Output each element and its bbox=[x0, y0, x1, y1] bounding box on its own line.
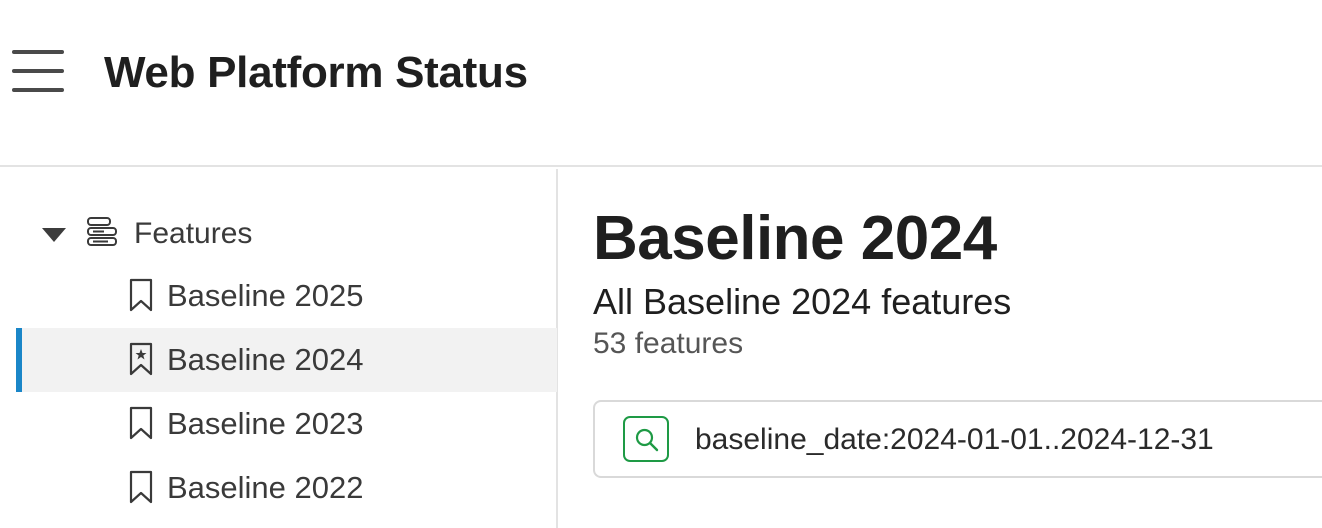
feature-count: 53 features bbox=[593, 327, 744, 360]
sidebar-item-baseline-2024[interactable]: Baseline 2024 bbox=[16, 328, 557, 392]
bookmark-star-icon bbox=[129, 342, 153, 376]
magnifier-glyph bbox=[635, 428, 659, 452]
search-bar[interactable] bbox=[593, 400, 1322, 478]
page-subtitle: All Baseline 2024 features bbox=[593, 281, 1012, 322]
app-header: Web Platform Status bbox=[0, 0, 1322, 167]
sidebar-item-label: Baseline 2023 bbox=[167, 406, 364, 441]
sidebar-item-label: Baseline 2024 bbox=[167, 342, 364, 377]
app-title[interactable]: Web Platform Status bbox=[104, 48, 528, 98]
bookmark-icon bbox=[129, 278, 153, 312]
page-title: Baseline 2024 bbox=[593, 204, 997, 273]
sidebar-item-label: Baseline 2025 bbox=[167, 278, 364, 313]
sidebar-item-baseline-2022[interactable]: Baseline 2022 bbox=[16, 456, 557, 520]
search-input[interactable] bbox=[695, 418, 1315, 462]
sidebar-item-label: Baseline 2022 bbox=[167, 470, 364, 505]
caret-down-icon[interactable] bbox=[42, 228, 66, 242]
search-icon[interactable] bbox=[623, 416, 669, 462]
sidebar-nav: Features Baseline 2025 Baseline 2024 Bas… bbox=[0, 169, 558, 528]
hamburger-menu-icon[interactable] bbox=[10, 50, 66, 96]
bookmark-icon bbox=[129, 470, 153, 504]
sidebar-section-features[interactable]: Features bbox=[40, 209, 540, 257]
main-content: Baseline 2024 All Baseline 2024 features… bbox=[560, 169, 1322, 528]
features-list-icon bbox=[87, 217, 117, 246]
sidebar-item-baseline-2023[interactable]: Baseline 2023 bbox=[16, 392, 557, 456]
sidebar-section-label: Features bbox=[134, 217, 253, 250]
sidebar-item-baseline-2025[interactable]: Baseline 2025 bbox=[16, 264, 557, 328]
bookmark-icon bbox=[129, 406, 153, 440]
